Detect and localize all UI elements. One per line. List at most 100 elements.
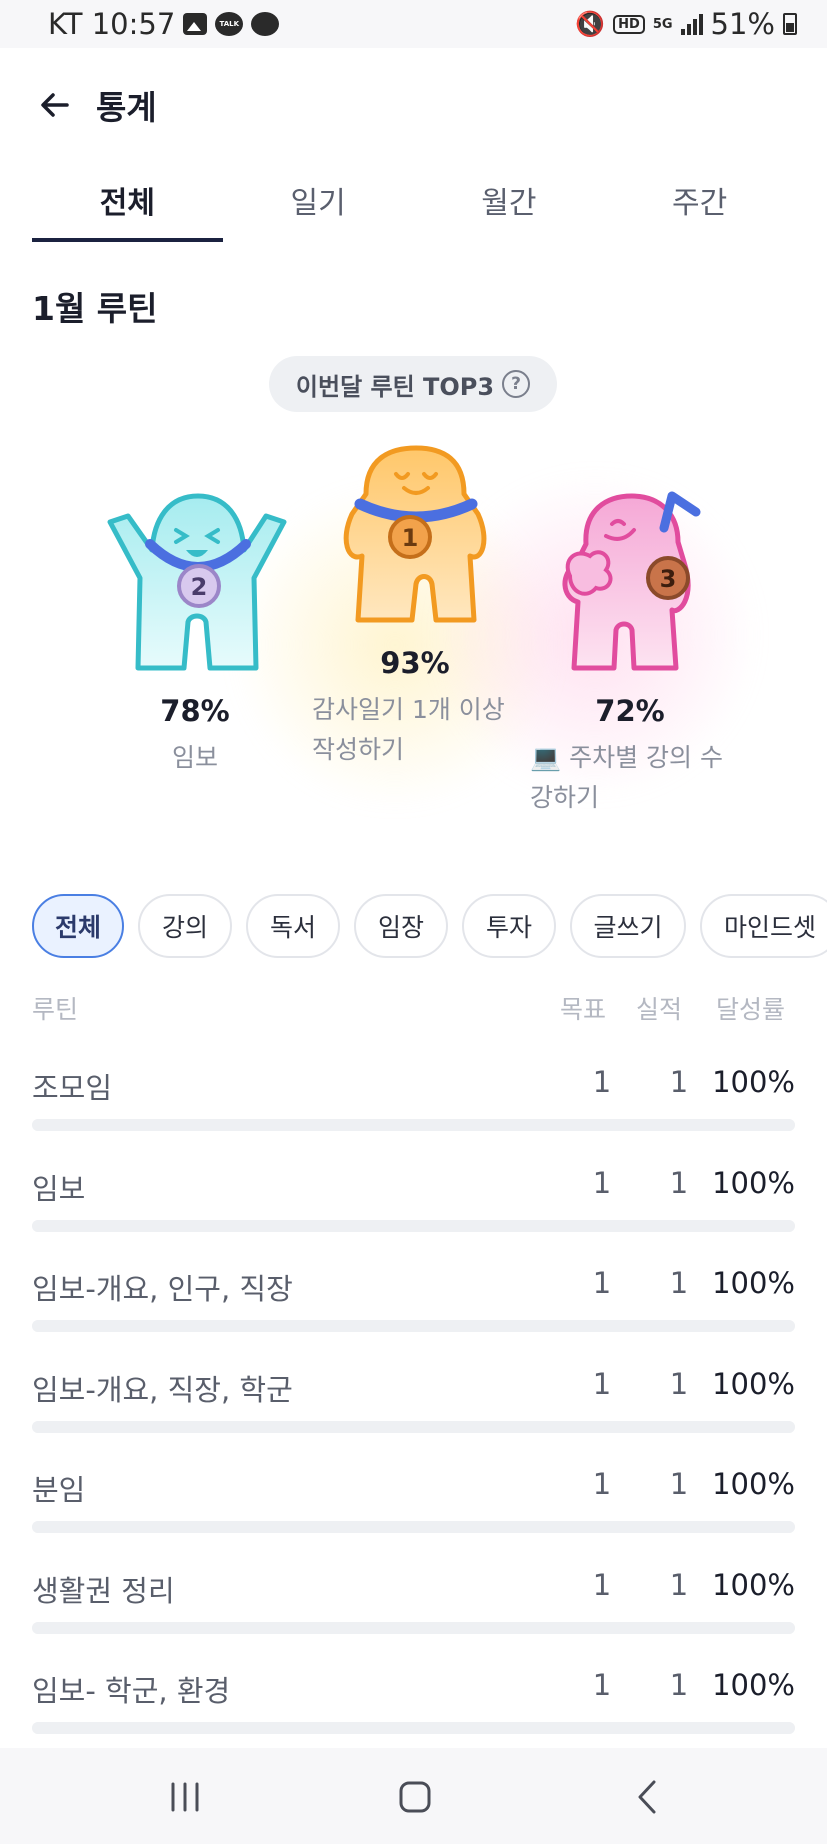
routine-goal: 1 xyxy=(592,1065,612,1099)
routine-actual: 1 xyxy=(669,1165,689,1200)
routine-goal: 1 xyxy=(592,1668,612,1702)
back-button[interactable] xyxy=(32,82,78,128)
recents-icon xyxy=(171,1782,199,1812)
mute-icon: 🔇 xyxy=(575,10,606,38)
col-actual: 실적 xyxy=(636,995,683,1024)
routine-rate: 100% xyxy=(712,1467,795,1501)
progress-bar xyxy=(32,1119,795,1131)
tab-bar: 전체 일기 월간 주간 xyxy=(32,160,795,242)
statistics-screen: KT 10:57 TALK 🔇 HD 5G 51% 통계 전체 일기 월간 주간… xyxy=(0,0,827,1844)
progress-bar xyxy=(32,1722,795,1734)
header: 통계 xyxy=(0,70,827,140)
nav-back-button[interactable] xyxy=(622,1772,672,1822)
kakaotalk-icon: TALK xyxy=(215,12,244,36)
progress-fill xyxy=(32,1219,795,1232)
status-bar: KT 10:57 TALK 🔇 HD 5G 51% xyxy=(0,0,827,48)
carrier-time: KT 10:57 xyxy=(48,7,176,41)
chat-bubble-icon xyxy=(251,12,280,36)
rank-2-name: 임보 xyxy=(171,743,218,772)
table-row[interactable]: 분임 1 1 100% xyxy=(32,1447,795,1548)
chip-lecture[interactable]: 강의 xyxy=(138,894,232,958)
routine-name: 분임 xyxy=(32,1473,86,1507)
chip-investment[interactable]: 투자 xyxy=(462,894,556,958)
top3-pill[interactable]: 이번달 루틴 TOP3 ? xyxy=(269,356,557,412)
home-icon xyxy=(399,1781,431,1813)
progress-bar xyxy=(32,1420,795,1433)
routine-rate: 100% xyxy=(712,1567,795,1602)
progress-bar xyxy=(32,1320,795,1332)
routine-actual: 1 xyxy=(669,1366,689,1401)
system-nav-bar xyxy=(0,1748,827,1844)
tab-weekly[interactable]: 주간 xyxy=(604,160,795,242)
routine-name: 임보-개요, 인구, 직장 xyxy=(32,1272,293,1306)
status-left: KT 10:57 TALK xyxy=(48,7,575,41)
chip-site-visit[interactable]: 임장 xyxy=(354,894,448,958)
progress-bar xyxy=(32,1219,795,1232)
col-goal: 목표 xyxy=(560,995,607,1024)
table-row[interactable]: 조모임 1 1 100% xyxy=(32,1045,795,1146)
chip-all[interactable]: 전체 xyxy=(32,894,124,958)
progress-fill xyxy=(32,1621,795,1634)
chip-reading[interactable]: 독서 xyxy=(246,894,340,958)
routine-name: 생활권 정리 xyxy=(32,1573,175,1608)
rank-1-character-icon: 1 xyxy=(343,445,487,623)
routine-goal: 1 xyxy=(592,1467,612,1501)
routine-goal: 1 xyxy=(592,1567,612,1602)
5g-icon: 5G xyxy=(652,16,673,32)
progress-fill xyxy=(32,1722,795,1734)
chip-mindset[interactable]: 마인드셋 xyxy=(700,894,827,958)
rank-2-character-icon: 2 xyxy=(107,493,287,671)
routine-actual: 1 xyxy=(669,1065,689,1099)
progress-fill xyxy=(32,1521,795,1533)
routine-rate: 100% xyxy=(712,1065,795,1099)
rank-3-character-icon: 3 xyxy=(562,491,701,671)
routine-rate: 100% xyxy=(712,1366,795,1401)
home-button[interactable] xyxy=(390,1772,440,1822)
routine-actual: 1 xyxy=(669,1668,689,1702)
back-chevron-icon xyxy=(638,1780,656,1814)
routine-goal: 1 xyxy=(592,1266,612,1300)
col-rate: 달성률 xyxy=(716,995,786,1024)
progress-bar xyxy=(32,1621,795,1634)
routine-rate: 100% xyxy=(712,1668,795,1702)
routine-actual: 1 xyxy=(669,1567,689,1602)
routine-goal: 1 xyxy=(592,1165,612,1200)
table-row[interactable]: 생활권 정리 1 1 100% xyxy=(32,1548,795,1649)
tab-all[interactable]: 전체 xyxy=(32,160,223,242)
rank-2-percent: 78% xyxy=(160,694,230,728)
signal-icon xyxy=(680,13,703,35)
hd-icon: HD xyxy=(613,14,645,34)
rank-1-name-line1: 감사일기 1개 이상 xyxy=(312,695,505,724)
routine-rate: 100% xyxy=(712,1266,795,1300)
col-routine: 루틴 xyxy=(32,995,79,1024)
table-header: 루틴 목표 실적 달성률 xyxy=(32,990,795,1030)
table-row[interactable]: 임보-개요, 인구, 직장 1 1 100% xyxy=(32,1246,795,1347)
svg-text:1: 1 xyxy=(402,524,419,552)
rank-1-name-line2: 작성하기 xyxy=(312,735,405,764)
table-row[interactable]: 임보 1 1 100% xyxy=(32,1146,795,1247)
progress-fill xyxy=(32,1420,795,1433)
table-row[interactable]: 임보- 학군, 환경 1 1 100% xyxy=(32,1648,795,1749)
question-circle-icon[interactable]: ? xyxy=(502,370,531,398)
recents-button[interactable] xyxy=(160,1772,210,1822)
category-chips: 전체 강의 독서 임장 투자 글쓰기 마인드셋 xyxy=(32,894,827,960)
battery-icon xyxy=(783,13,797,35)
gallery-icon xyxy=(183,13,208,35)
rank-1-name: 감사일기 1개 이상 작성하기 xyxy=(312,690,542,770)
progress-fill xyxy=(32,1119,795,1131)
progress-fill xyxy=(32,1320,795,1332)
section-title: 1월 루틴 xyxy=(32,289,158,328)
routine-actual: 1 xyxy=(669,1266,689,1300)
rank-1-percent: 93% xyxy=(380,646,450,680)
page-title: 통계 xyxy=(96,88,157,127)
rank-3-name: 💻 주차별 강의 수 강하기 xyxy=(530,738,770,818)
svg-text:2: 2 xyxy=(191,573,208,601)
table-row[interactable]: 임보-개요, 직장, 학군 1 1 100% xyxy=(32,1347,795,1448)
chip-writing[interactable]: 글쓰기 xyxy=(570,894,686,958)
tab-diary[interactable]: 일기 xyxy=(223,160,414,242)
rank-3-percent: 72% xyxy=(595,694,665,728)
svg-text:3: 3 xyxy=(660,565,677,593)
arrow-left-icon xyxy=(41,93,69,117)
battery-percent: 51% xyxy=(710,7,775,41)
tab-monthly[interactable]: 월간 xyxy=(414,160,605,242)
